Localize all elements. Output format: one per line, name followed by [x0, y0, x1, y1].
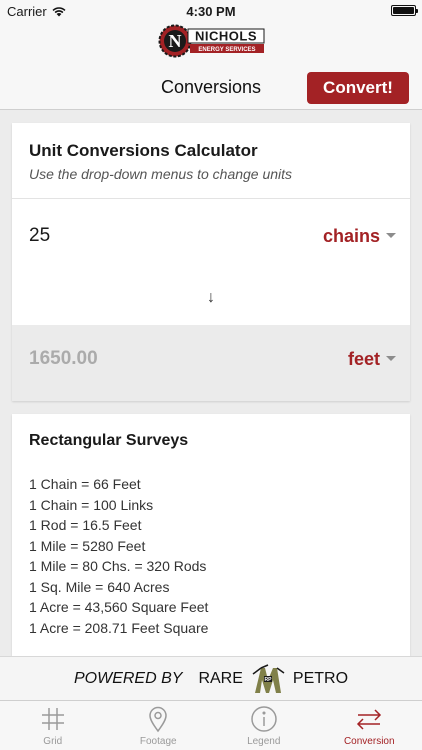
status-bar: Carrier 4:30 PM: [0, 0, 422, 22]
tab-conversion[interactable]: Conversion: [317, 701, 422, 750]
tab-label: Conversion: [343, 736, 395, 747]
output-unit-dropdown[interactable]: feet: [348, 349, 396, 370]
tab-label: Footage: [139, 736, 177, 747]
navigation-bar: N NICHOLS ENERGY SERVICES Conversions Co…: [0, 22, 422, 110]
output-unit-label: feet: [347, 348, 380, 369]
grid-icon: [41, 708, 64, 730]
caret-down-icon: [386, 355, 396, 361]
list-item: 1 Chain = 100 Links: [29, 496, 154, 513]
tab-label: Grid: [43, 736, 63, 747]
list-item: 1 Mile = 80 Chs. = 320 Rods: [29, 558, 207, 574]
svg-text:RP: RP: [264, 677, 272, 683]
input-row: 25 chains: [29, 221, 396, 251]
status-time: 4:30 PM: [186, 4, 236, 19]
rare-petro-logo: RP: [252, 663, 285, 693]
list-item: 1 Chain = 66 Feet: [29, 476, 141, 492]
convert-button[interactable]: Convert!: [307, 72, 409, 104]
surveys-list: 1 Chain = 66 Feet 1 Chain = 100 Links 1 …: [29, 474, 393, 638]
svg-text:N: N: [169, 31, 182, 51]
nichols-logo: N NICHOLS ENERGY SERVICES: [158, 24, 265, 58]
powered-by-banner: POWERED BY RARE RP PETRO: [0, 656, 422, 700]
output-area: 1650.00 feet: [12, 325, 410, 401]
svg-text:ENERGY SERVICES: ENERGY SERVICES: [198, 47, 255, 53]
rare-word: RARE: [198, 669, 243, 687]
calculator-subtitle: Use the drop-down menus to change units: [29, 166, 293, 182]
arrow-down-icon: ↓: [207, 289, 215, 306]
battery-icon: [391, 5, 418, 16]
list-item: 1 Sq. Mile = 640 Acres: [29, 578, 170, 595]
calculator-card: Unit Conversions Calculator Use the drop…: [12, 123, 410, 401]
list-item: 1 Rod = 16.5 Feet: [29, 517, 142, 533]
powered-by-label: POWERED BY: [73, 669, 183, 687]
caret-down-icon: [386, 232, 396, 238]
calculator-title: Unit Conversions Calculator: [29, 141, 258, 160]
tab-bar: Grid Footage Legend Conversion: [0, 700, 422, 750]
tab-footage[interactable]: Footage: [106, 701, 212, 750]
list-item: 1 Acre = 43,560 Square Feet: [29, 599, 209, 615]
swap-arrows-icon: [357, 709, 382, 730]
input-unit-label: chains: [322, 225, 380, 246]
input-unit-dropdown[interactable]: chains: [323, 226, 396, 247]
output-row: 1650.00 feet: [29, 348, 396, 370]
surveys-title: Rectangular Surveys: [29, 432, 189, 449]
tab-label: Legend: [247, 736, 281, 747]
surveys-card: Rectangular Surveys 1 Chain = 66 Feet 1 …: [12, 414, 410, 656]
list-item: 1 Mile = 5280 Feet: [29, 537, 146, 554]
output-value: 1650.00: [29, 348, 98, 369]
list-item: 1 Acre = 208.71 Feet Square: [29, 619, 209, 636]
tab-grid[interactable]: Grid: [0, 701, 106, 750]
calculator-header: Unit Conversions Calculator Use the drop…: [12, 123, 410, 199]
info-icon: [251, 706, 277, 732]
petro-word: PETRO: [292, 669, 349, 687]
tab-legend[interactable]: Legend: [211, 701, 317, 750]
input-value-field[interactable]: 25: [29, 225, 50, 247]
svg-text:NICHOLS: NICHOLS: [195, 29, 257, 44]
map-pin-icon: [149, 706, 168, 733]
